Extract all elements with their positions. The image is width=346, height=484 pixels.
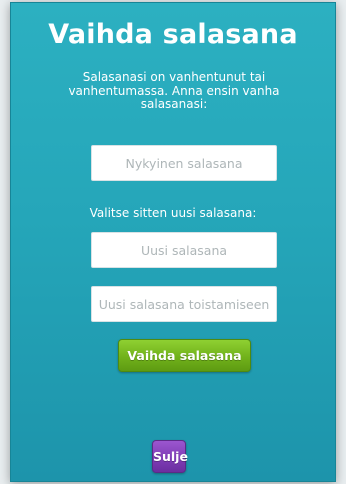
intro-text: Salasanasi on vanhentunut tai vanhentuma… (68, 70, 280, 111)
change-password-button[interactable]: Vaihda salasana (118, 339, 251, 372)
close-button[interactable]: Sulje (152, 440, 188, 473)
change-password-dialog: Vaihda salasana Salasanasi on vanhentunu… (10, 2, 336, 482)
new-password-input[interactable] (91, 232, 277, 268)
new-password-label: Valitse sitten uusi salasana: (89, 206, 257, 220)
repeat-password-input[interactable] (91, 286, 277, 322)
dialog-title: Vaihda salasana (48, 19, 298, 50)
current-password-input[interactable] (91, 145, 277, 181)
